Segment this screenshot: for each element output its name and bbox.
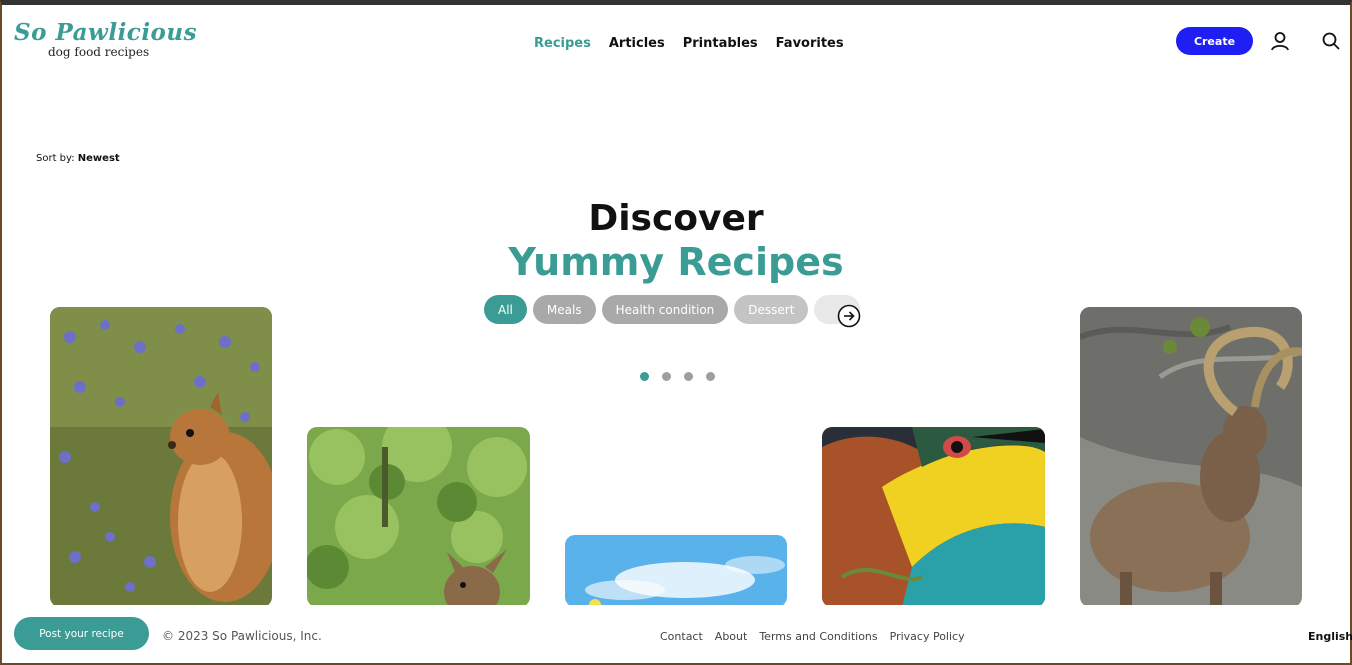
carousel-dot-4[interactable] [706,372,715,381]
footer-link-terms[interactable]: Terms and Conditions [759,630,877,643]
carousel-dot-3[interactable] [684,372,693,381]
create-button[interactable]: Create [1176,27,1253,55]
carousel-dot-2[interactable] [662,372,671,381]
footer-link-contact[interactable]: Contact [660,630,703,643]
filter-chips: All Meals Health condition Dessert [484,295,861,324]
squirrel-image [50,307,272,607]
footer-link-about[interactable]: About [715,630,748,643]
logo[interactable]: So Pawlicious dog food recipes [14,19,197,67]
sky-image [565,535,787,607]
language-selector[interactable]: English [1308,630,1352,643]
carousel-dots [640,372,715,381]
bird-image [822,427,1045,607]
copyright-text: © 2023 So Pawlicious, Inc. [162,629,322,643]
recipe-card-ibex[interactable] [1080,307,1302,607]
sort-value: Newest [77,153,120,164]
deer-image [307,427,530,607]
filter-health-condition[interactable]: Health condition [601,295,729,324]
filter-meals[interactable]: Meals [532,295,596,324]
logo-tagline: dog food recipes [48,45,150,59]
nav-favorites[interactable]: Favorites [776,36,844,51]
sort-control[interactable]: Sort by: Newest [36,153,120,164]
post-recipe-button[interactable]: Post your recipe [14,617,149,650]
footer-link-privacy[interactable]: Privacy Policy [890,630,965,643]
filter-dessert[interactable]: Dessert [734,295,809,324]
recipe-card-squirrel[interactable] [50,307,272,607]
search-icon[interactable] [1320,30,1342,52]
main-nav: Recipes Articles Printables Favorites [534,36,844,51]
hero-subtitle: Yummy Recipes [508,240,844,284]
app: So Pawlicious dog food recipes Recipes A… [2,5,1352,663]
carousel-dot-1[interactable] [640,372,649,381]
nav-recipes[interactable]: Recipes [534,36,591,51]
footer-links: Contact About Terms and Conditions Priva… [660,630,965,643]
footer: Post your recipe © 2023 So Pawlicious, I… [2,605,1352,663]
sort-label: Sort by: [36,153,75,164]
nav-printables[interactable]: Printables [683,36,758,51]
filter-all[interactable]: All [484,295,527,324]
user-icon[interactable] [1269,30,1291,52]
recipe-card-bird[interactable] [822,427,1045,607]
hero-title: Discover [588,198,764,239]
ibex-image [1080,307,1302,607]
arrow-right-icon[interactable] [837,304,861,328]
recipe-card-deer[interactable] [307,427,530,607]
recipe-card-sky[interactable] [565,535,787,607]
nav-articles[interactable]: Articles [609,36,665,51]
logo-name: So Pawlicious [14,19,198,46]
